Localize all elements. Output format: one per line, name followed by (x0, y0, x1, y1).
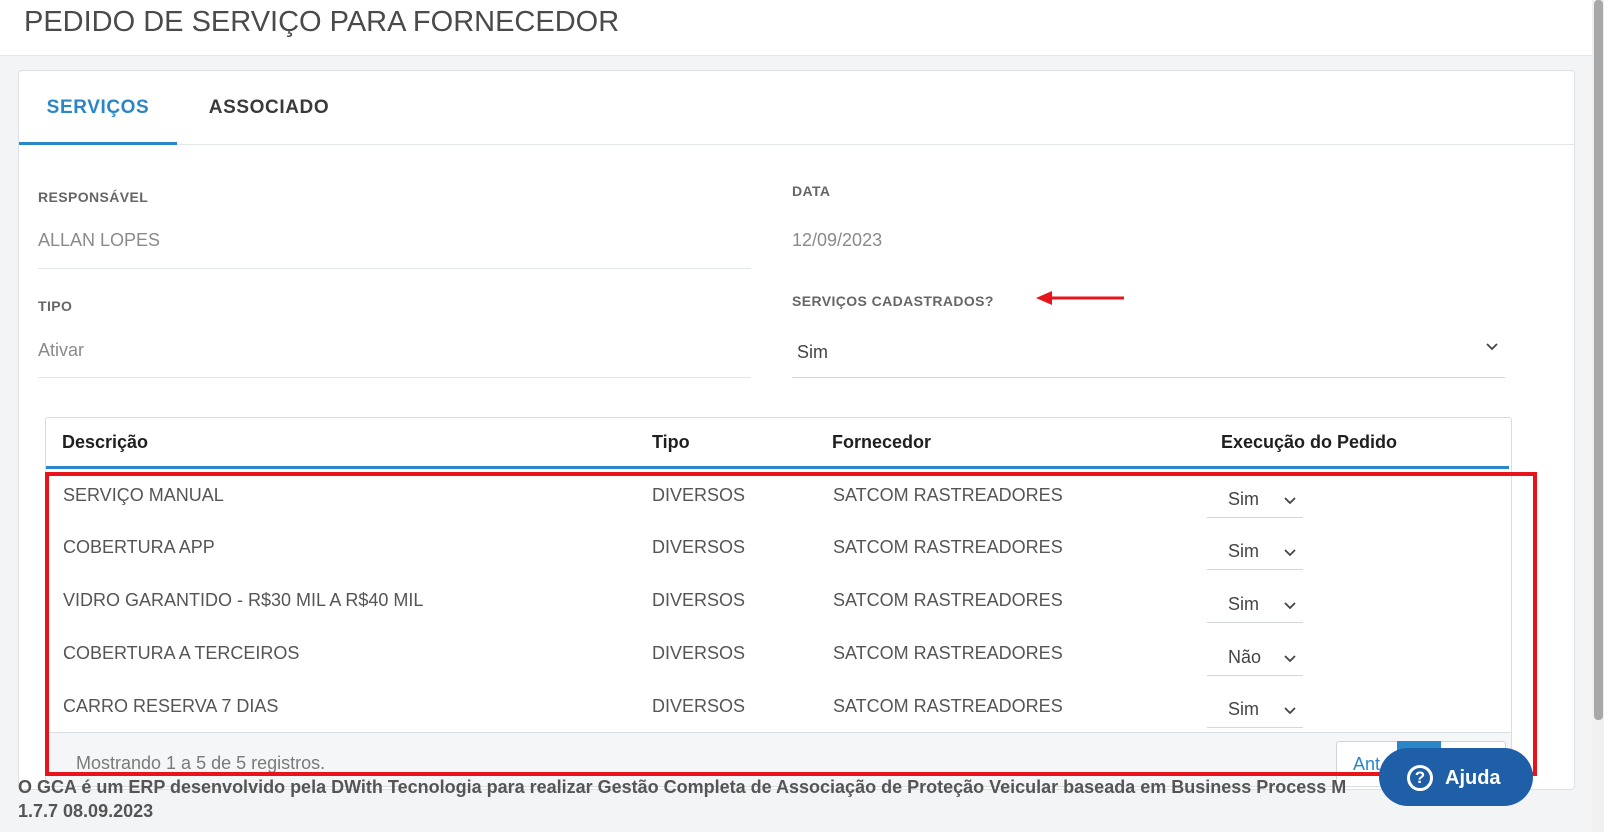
cell-fornecedor: SATCOM RASTREADORES (833, 485, 1063, 505)
chevron-down-icon (1284, 549, 1296, 557)
responsavel-label: RESPONSÁVEL (38, 189, 149, 205)
tipo-label: TIPO (38, 298, 73, 314)
execucao-select[interactable]: Sim (1207, 532, 1303, 570)
cell-tipo: DIVERSOS (652, 590, 746, 610)
chevron-down-icon (1284, 707, 1296, 715)
cell-fornecedor: SATCOM RASTREADORES (833, 590, 1063, 610)
execucao-value: Sim (1228, 594, 1259, 614)
data-value: 12/09/2023 (792, 230, 883, 250)
chevron-down-icon (1284, 655, 1296, 663)
responsavel-underline (38, 268, 751, 269)
footer-text: O GCA é um ERP desenvolvido pela DWith T… (18, 777, 1347, 797)
execucao-select[interactable]: Sim (1207, 585, 1303, 623)
cell-descricao: CARRO RESERVA 7 DIAS (63, 696, 279, 716)
scrollbar-thumb[interactable] (1594, 0, 1603, 720)
execucao-value: Sim (1228, 489, 1259, 509)
chevron-down-icon (1284, 602, 1296, 610)
responsavel-value: ALLAN LOPES (38, 230, 161, 250)
tab-associado[interactable]: ASSOCIADO (189, 71, 349, 145)
column-header-fornecedor[interactable]: Fornecedor (832, 432, 931, 453)
cell-descricao: COBERTURA APP (63, 537, 215, 557)
page-title: PEDIDO DE SERVIÇO PARA FORNECEDOR (24, 6, 620, 38)
page-header: PEDIDO DE SERVIÇO PARA FORNECEDOR (0, 0, 1592, 56)
execucao-select[interactable]: Sim (1207, 690, 1303, 728)
tipo-underline (38, 377, 751, 378)
cell-tipo: DIVERSOS (652, 696, 746, 716)
data-label: DATA (792, 183, 831, 199)
help-button[interactable]: ? Ajuda (1379, 748, 1533, 806)
tab-bar: SERVIÇOS ASSOCIADO (19, 71, 1574, 145)
tab-servicos[interactable]: SERVIÇOS (19, 71, 177, 145)
cell-fornecedor: SATCOM RASTREADORES (833, 696, 1063, 716)
footer-description: O GCA é um ERP desenvolvido pela DWith T… (18, 777, 1521, 798)
question-circle-icon: ? (1407, 765, 1433, 791)
header-divider (46, 466, 1509, 469)
servicos-cadastrados-label: SERVIÇOS CADASTRADOS? (792, 293, 994, 309)
servicos-cadastrados-select[interactable]: Sim (792, 330, 1505, 378)
page-scrollbar[interactable] (1592, 0, 1604, 832)
chevron-down-icon (1486, 343, 1498, 351)
annotation-arrow-icon (1036, 291, 1124, 305)
column-header-tipo[interactable]: Tipo (652, 432, 690, 453)
services-table: Descrição Tipo Fornecedor Execução do Pe… (45, 417, 1512, 787)
cell-tipo: DIVERSOS (652, 643, 746, 663)
execucao-value: Sim (1228, 541, 1259, 561)
cell-tipo: DIVERSOS (652, 537, 746, 557)
execucao-value: Sim (1228, 699, 1259, 719)
execucao-select[interactable]: Não (1207, 638, 1303, 676)
cell-fornecedor: SATCOM RASTREADORES (833, 643, 1063, 663)
cell-tipo: DIVERSOS (652, 485, 746, 505)
chevron-down-icon (1284, 497, 1296, 505)
footer-version: 1.7.7 08.09.2023 (18, 801, 154, 821)
column-header-execucao[interactable]: Execução do Pedido (1221, 432, 1397, 453)
cell-fornecedor: SATCOM RASTREADORES (833, 537, 1063, 557)
servicos-cadastrados-value: Sim (797, 342, 828, 362)
pagination-prev[interactable]: Ant (1353, 754, 1380, 775)
cell-descricao: COBERTURA A TERCEIROS (63, 643, 300, 663)
cell-descricao: VIDRO GARANTIDO - R$30 MIL A R$40 MIL (63, 590, 424, 610)
tipo-value: Ativar (38, 340, 85, 360)
column-header-descricao[interactable]: Descrição (62, 432, 148, 453)
execucao-select[interactable]: Sim (1207, 480, 1303, 518)
execucao-value: Não (1228, 647, 1262, 667)
table-info: Mostrando 1 a 5 de 5 registros. (76, 753, 326, 773)
help-label: Ajuda (1445, 767, 1501, 789)
cell-descricao: SERVIÇO MANUAL (63, 485, 224, 505)
